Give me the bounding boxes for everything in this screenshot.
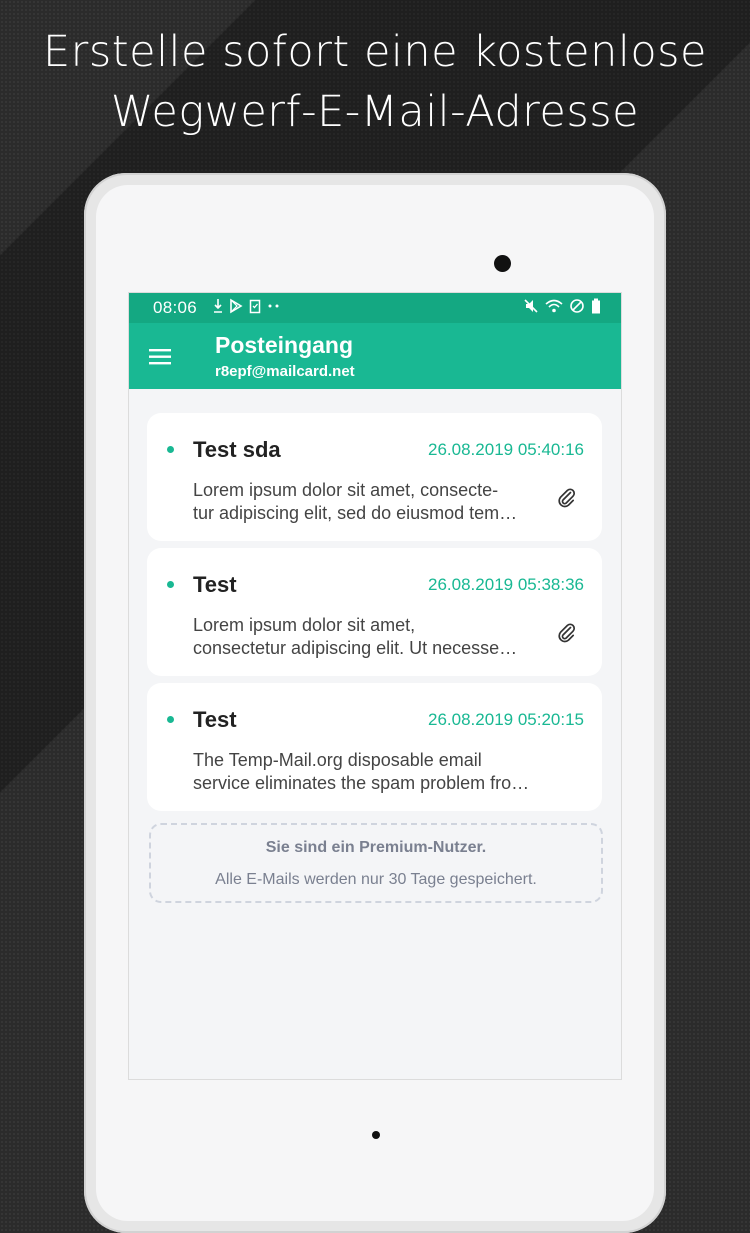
email-preview-line: service eliminates the spam problem fro… — [193, 773, 530, 793]
email-item[interactable]: Test sda 26.08.2019 05:40:16 Lorem ipsum… — [147, 413, 602, 541]
app-screen: 08:06 Posteingang r8epf@mailcard.net Tes… — [128, 292, 622, 1080]
email-date: 26.08.2019 05:40:16 — [428, 440, 584, 459]
headline-line-2: Wegwerf-E-Mail-Adresse — [110, 87, 640, 137]
headline-line-1: Erstelle sofort eine kostenlose — [43, 27, 707, 77]
email-preview-line: tur adipiscing elit, sed do eiusmod tem… — [193, 503, 518, 523]
premium-status-text: Sie sind ein Premium-Nutzer. — [265, 839, 487, 856]
download-icon — [214, 299, 222, 313]
email-date: 26.08.2019 05:38:36 — [428, 575, 584, 594]
page-title: Posteingang — [215, 332, 354, 358]
home-indicator — [372, 1131, 380, 1139]
wifi-icon — [545, 299, 563, 313]
camera-icon — [494, 255, 511, 272]
email-preview-line: Lorem ipsum dolor sit amet, — [193, 615, 416, 635]
paperclip-icon — [558, 488, 576, 508]
promo-headline: Erstelle sofort eine kostenlose Wegwerf-… — [0, 22, 750, 142]
battery-icon — [592, 298, 600, 314]
premium-notice: Sie sind ein Premium-Nutzer. Alle E-Mail… — [149, 823, 603, 903]
clipboard-icon — [249, 299, 261, 314]
unread-indicator — [167, 581, 174, 588]
unread-indicator — [167, 446, 174, 453]
email-preview: The Temp-Mail.org disposable email servi… — [193, 749, 549, 795]
play-store-icon — [230, 298, 243, 314]
status-notification-icons — [213, 298, 281, 314]
email-subject: Test — [193, 707, 237, 732]
app-bar: Posteingang r8epf@mailcard.net — [129, 323, 621, 389]
mailbox-address: r8epf@mailcard.net — [215, 363, 355, 380]
email-subject: Test sda — [193, 437, 281, 462]
email-preview: Lorem ipsum dolor sit amet, consectetur … — [193, 614, 549, 660]
mute-icon — [524, 299, 538, 313]
premium-retention-text: Alle E-Mails werden nur 30 Tage gespeich… — [215, 871, 537, 888]
paperclip-icon — [558, 623, 576, 643]
email-item[interactable]: Test 26.08.2019 05:38:36 Lorem ipsum dol… — [147, 548, 602, 676]
email-list: Test sda 26.08.2019 05:40:16 Lorem ipsum… — [147, 413, 602, 818]
email-date: 26.08.2019 05:20:15 — [428, 710, 584, 729]
no-signal-icon — [570, 299, 584, 313]
status-bar: 08:06 — [129, 293, 621, 323]
email-preview-line: consectetur adipiscing elit. Ut necesse… — [193, 638, 518, 658]
email-preview-line: The Temp-Mail.org disposable email — [193, 750, 482, 770]
status-time: 08:06 — [153, 298, 198, 317]
email-subject: Test — [193, 572, 237, 597]
email-preview: Lorem ipsum dolor sit amet, consecte- tu… — [193, 479, 549, 525]
email-item[interactable]: Test 26.08.2019 05:20:15 The Temp-Mail.o… — [147, 683, 602, 811]
status-system-icons — [523, 298, 601, 314]
more-dots-icon — [268, 304, 279, 308]
hamburger-menu-icon[interactable] — [147, 345, 175, 369]
email-preview-line: Lorem ipsum dolor sit amet, consecte- — [193, 480, 499, 500]
unread-indicator — [167, 716, 174, 723]
